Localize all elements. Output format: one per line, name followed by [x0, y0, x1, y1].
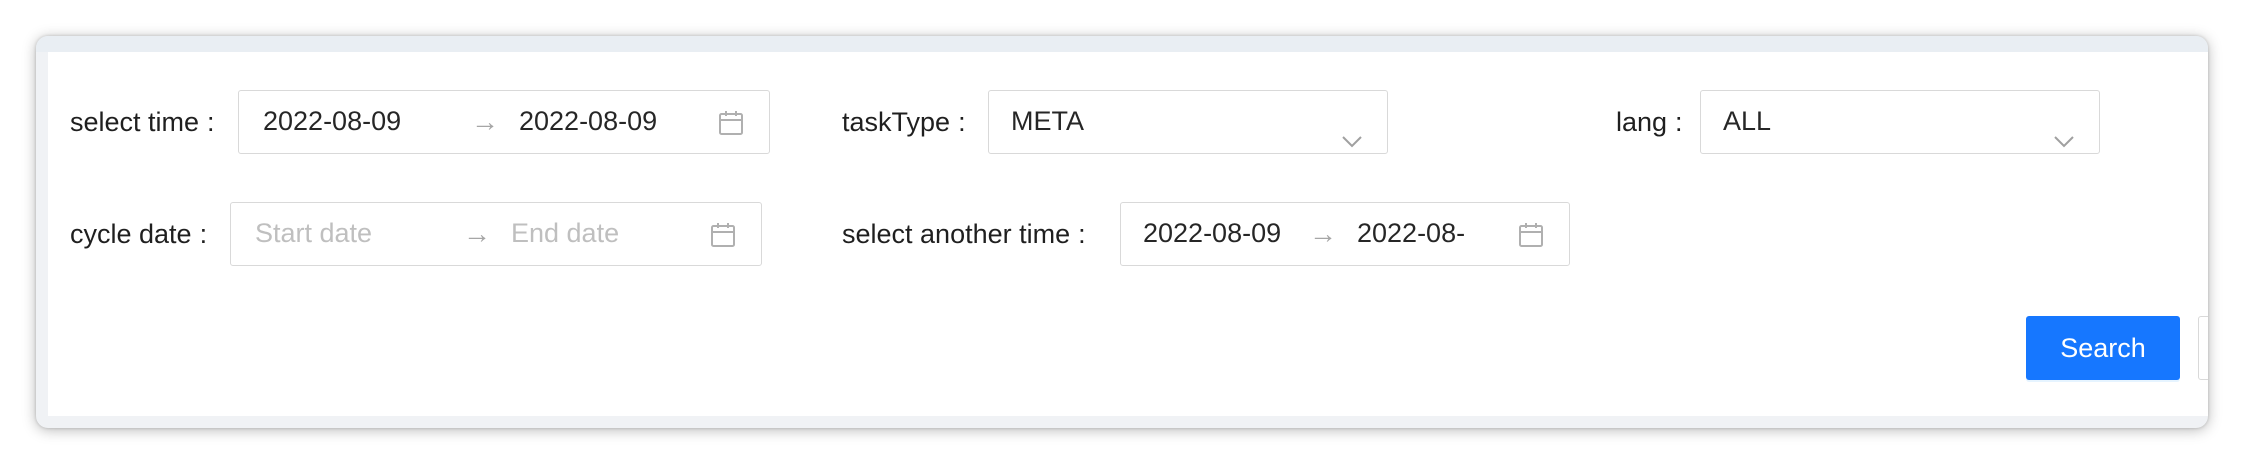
another-time-range-picker[interactable]: 2022-08-09 → 2022-08-10	[1120, 202, 1570, 266]
range-separator-arrow: →	[471, 106, 499, 137]
calendar-icon	[717, 109, 745, 137]
label-colon: :	[207, 107, 215, 137]
range-separator-arrow: →	[463, 218, 491, 249]
select-time-start-input[interactable]: 2022-08-09	[263, 91, 453, 152]
cycle-date-start-input[interactable]: Start date	[255, 203, 445, 264]
search-form: select time: 2022-08-09 → 2022-08-09 tas…	[48, 52, 2208, 416]
cycle-date-label-text: cycle date	[70, 219, 192, 249]
reset-button[interactable]	[2198, 316, 2208, 380]
label-colon: :	[199, 219, 208, 249]
task-type-label: taskType:	[842, 90, 966, 154]
top-strip	[36, 36, 2208, 52]
lang-select[interactable]: ALL	[1700, 90, 2100, 154]
chevron-down-icon	[1341, 113, 1363, 148]
calendar-icon	[709, 221, 737, 249]
lang-label: lang:	[1616, 90, 1683, 154]
label-colon: :	[1078, 219, 1086, 249]
another-time-start-input[interactable]: 2022-08-09	[1143, 203, 1293, 264]
label-colon: :	[958, 107, 966, 137]
range-separator-arrow: →	[1309, 218, 1337, 249]
cycle-date-label: cycle date:	[70, 202, 207, 266]
another-time-end-input[interactable]: 2022-08-10	[1357, 203, 1467, 264]
select-time-range-picker[interactable]: 2022-08-09 → 2022-08-09	[238, 90, 770, 154]
select-time-label: select time:	[70, 90, 215, 154]
select-time-label-text: select time	[70, 107, 200, 137]
task-type-select[interactable]: META	[988, 90, 1388, 154]
select-time-end-input[interactable]: 2022-08-09	[519, 91, 709, 152]
app-window: select time: 2022-08-09 → 2022-08-09 tas…	[36, 36, 2208, 428]
chevron-down-icon	[2053, 113, 2075, 148]
another-time-label-text: select another time	[842, 219, 1071, 249]
cycle-date-range-picker[interactable]: Start date → End date	[230, 202, 762, 266]
label-colon: :	[1675, 107, 1683, 137]
lang-value: ALL	[1723, 106, 1772, 136]
calendar-icon	[1517, 221, 1545, 249]
search-button[interactable]: Search	[2026, 316, 2180, 380]
task-type-value: META	[1011, 106, 1084, 136]
another-time-label: select another time:	[842, 202, 1086, 266]
lang-label-text: lang	[1616, 107, 1668, 137]
cycle-date-end-input[interactable]: End date	[511, 203, 701, 264]
task-type-label-text: taskType	[842, 107, 951, 137]
